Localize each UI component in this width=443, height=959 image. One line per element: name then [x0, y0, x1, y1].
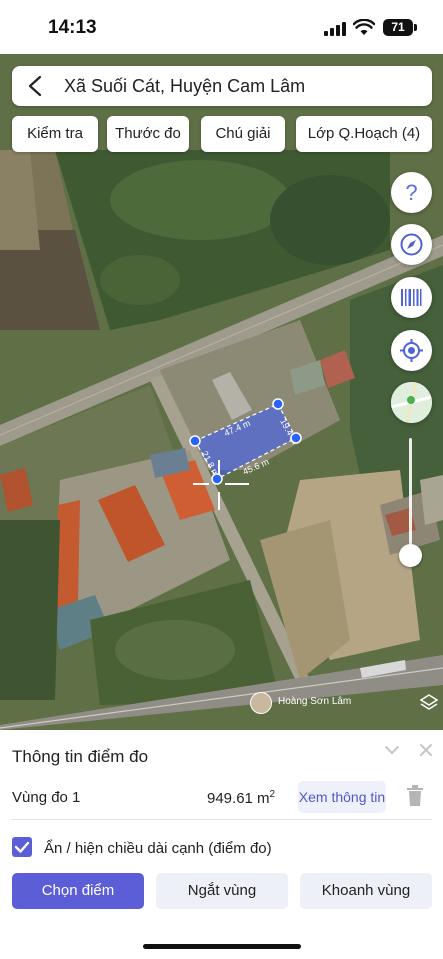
measure-point[interactable] [290, 432, 302, 444]
barcode-icon [401, 289, 422, 306]
area-number: 949.61 m [207, 790, 270, 807]
area-value: 949.61 m2 [207, 789, 275, 807]
close-icon[interactable] [418, 742, 434, 758]
status-bar: 14:13 71 [0, 0, 443, 54]
toggle-edge-length-checkbox[interactable] [12, 837, 32, 857]
planning-layers-button[interactable]: Lớp Q.Hoạch (4) [296, 116, 432, 152]
map-layer-thumbnail[interactable] [391, 382, 432, 423]
barcode-button[interactable] [391, 277, 432, 318]
compass-button[interactable] [391, 224, 432, 265]
select-point-button[interactable]: Chọn điểm [12, 873, 144, 909]
measure-point[interactable] [189, 435, 201, 447]
measure-point[interactable] [272, 398, 284, 410]
map-toolbar: Kiểm tra Thước đo Chú giải Lớp Q.Hoạch (… [0, 116, 443, 152]
ruler-button[interactable]: Thước đo [107, 116, 189, 152]
view-info-button[interactable]: Xem thông tin [298, 781, 386, 813]
area-unit-exponent: 2 [269, 789, 276, 800]
signal-icon [324, 22, 348, 36]
location-title: Xã Suối Cát, Huyện Cam Lâm [64, 76, 306, 96]
edge-label-bottom: 45.6 m [241, 457, 270, 477]
status-time: 14:13 [48, 17, 97, 38]
battery-cap [414, 24, 417, 31]
map-thumbnail-icon [391, 382, 432, 423]
region-label: Vùng đo 1 [12, 789, 81, 806]
divider [12, 819, 432, 820]
home-indicator[interactable] [143, 944, 301, 949]
attribution-name: Hoàng Sơn Lâm [278, 696, 352, 707]
locate-icon [400, 339, 423, 362]
edge-label-top: 47.4 m [223, 418, 252, 438]
help-icon: ? [405, 180, 417, 205]
battery-icon: 71 [383, 19, 413, 36]
panel-title: Thông tin điểm đo [12, 747, 149, 766]
app-root: 14:13 71 47.4 m 19.4 m 45.6 m 21.8 m Xã … [0, 0, 443, 959]
avatar [250, 692, 272, 714]
measurement-info-panel: Thông tin điểm đo Vùng đo 1 949.61 m2 Xe… [0, 730, 443, 959]
zoom-slider-knob[interactable] [399, 544, 422, 567]
svg-text:?: ? [405, 180, 417, 205]
check-button[interactable]: Kiểm tra [12, 116, 98, 152]
locate-button[interactable] [391, 330, 432, 371]
location-search-bar[interactable]: Xã Suối Cát, Huyện Cam Lâm [12, 66, 432, 106]
satellite-map[interactable]: 47.4 m 19.4 m 45.6 m 21.8 m [0, 54, 443, 730]
check-icon [14, 841, 30, 853]
chevron-down-icon[interactable] [384, 744, 400, 756]
trash-icon[interactable] [405, 785, 425, 807]
help-button[interactable]: ? [391, 172, 432, 213]
measurement-overlay: 47.4 m 19.4 m 45.6 m 21.8 m [189, 398, 302, 485]
legend-button[interactable]: Chú giải [201, 116, 285, 152]
measure-point[interactable] [211, 473, 223, 485]
zoom-slider-track[interactable] [409, 438, 412, 556]
enclose-region-button[interactable]: Khoanh vùng [300, 873, 432, 909]
compass-icon [400, 233, 423, 256]
back-arrow-icon[interactable] [26, 75, 46, 97]
layers-icon[interactable] [419, 693, 439, 711]
wifi-icon [353, 19, 375, 35]
break-region-button[interactable]: Ngắt vùng [156, 873, 288, 909]
toggle-edge-length-label[interactable]: Ẩn / hiện chiều dài cạnh (điểm đo) [44, 840, 272, 857]
